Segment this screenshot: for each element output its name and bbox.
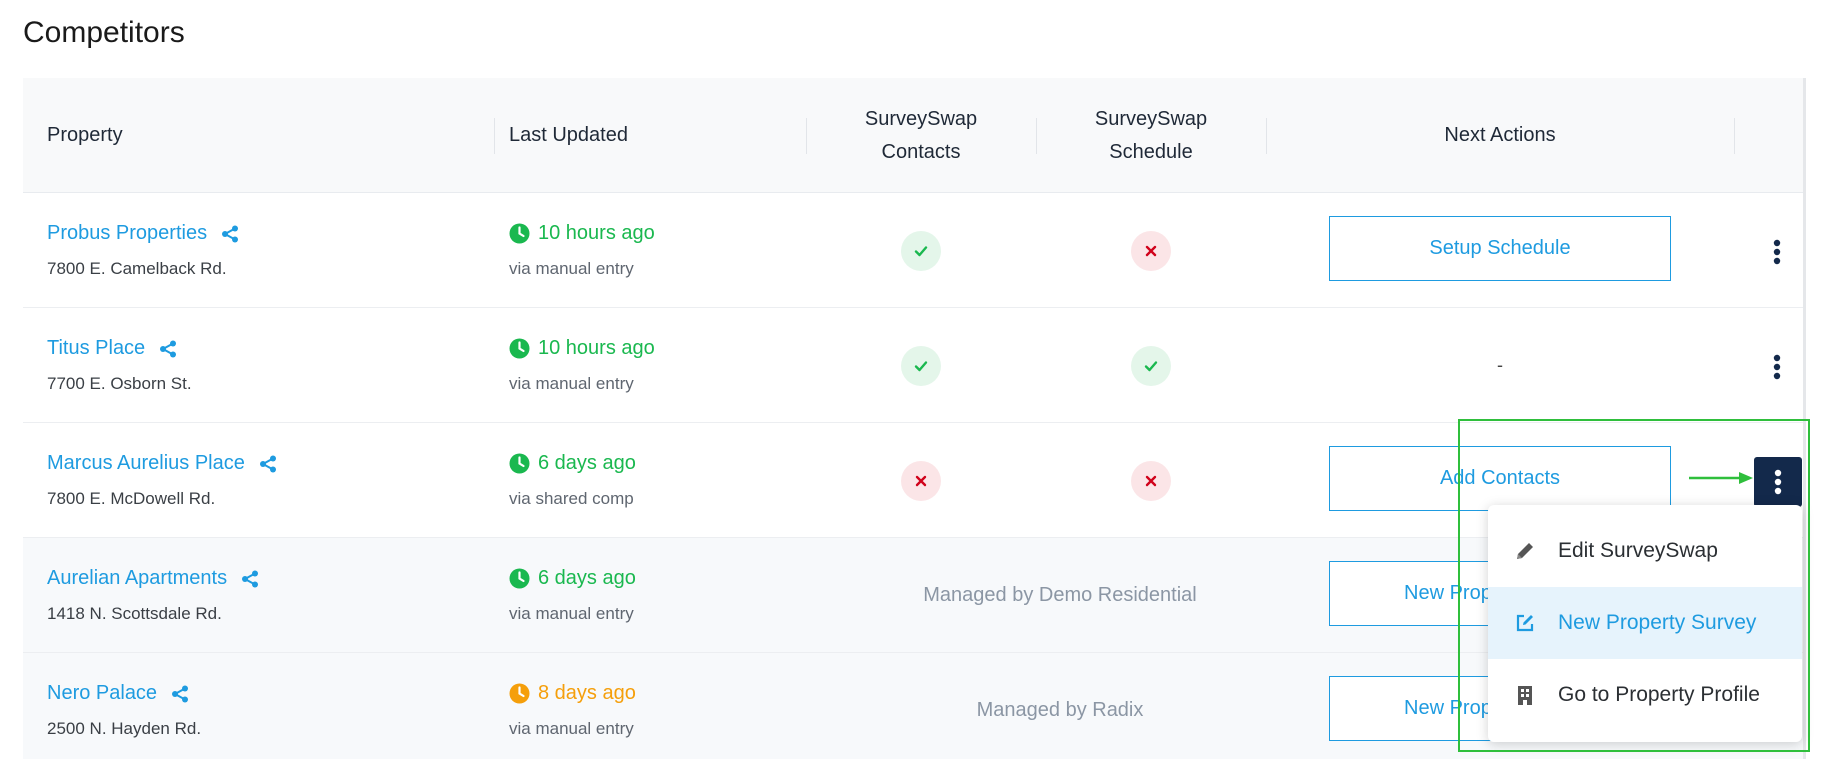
contacts-status-x bbox=[901, 461, 941, 501]
property-link[interactable]: Marcus Aurelius Place bbox=[47, 452, 277, 475]
schedule-status-x bbox=[1131, 461, 1171, 501]
last-updated-text: 6 days ago bbox=[538, 452, 636, 474]
share-icon[interactable] bbox=[171, 685, 189, 703]
header-schedule-line1: SurveySwap bbox=[1094, 107, 1208, 130]
more-vertical-icon bbox=[1774, 469, 1782, 495]
more-vertical-icon bbox=[1773, 354, 1781, 380]
header-next-actions[interactable]: Next Actions bbox=[1266, 78, 1734, 193]
menu-item-go-to-property-profile[interactable]: Go to Property Profile bbox=[1488, 659, 1802, 731]
schedule-status-check bbox=[1131, 346, 1171, 386]
header-contacts-line2: Contacts bbox=[881, 140, 961, 163]
share-icon[interactable] bbox=[159, 340, 177, 358]
header-divider bbox=[494, 118, 495, 154]
no-action: - bbox=[1497, 355, 1503, 375]
managed-by-label: Managed by Radix bbox=[976, 699, 1144, 721]
update-source: via manual entry bbox=[509, 604, 634, 623]
property-name[interactable]: Marcus Aurelius Place bbox=[47, 452, 245, 475]
last-updated-text: 6 days ago bbox=[538, 567, 636, 589]
clock-icon bbox=[509, 223, 530, 244]
last-updated-text: 8 days ago bbox=[538, 682, 636, 704]
header-surveyswap-contacts[interactable]: SurveySwap Contacts bbox=[806, 78, 1036, 193]
contacts-status-check bbox=[901, 346, 941, 386]
property-address: 1418 N. Scottsdale Rd. bbox=[47, 604, 222, 623]
last-updated: 6 days ago bbox=[509, 567, 636, 590]
last-updated: 10 hours ago bbox=[509, 337, 655, 360]
property-link[interactable]: Probus Properties bbox=[47, 222, 239, 245]
property-link[interactable]: Titus Place bbox=[47, 337, 177, 360]
clock-icon bbox=[509, 568, 530, 589]
table-header: Property Last Updated SurveySwap Contacts… bbox=[23, 78, 1805, 193]
row-menu-button[interactable] bbox=[1754, 344, 1800, 390]
last-updated: 10 hours ago bbox=[509, 222, 655, 245]
pencil-icon bbox=[1517, 543, 1533, 559]
property-address: 7800 E. Camelback Rd. bbox=[47, 259, 227, 278]
header-surveyswap-schedule[interactable]: SurveySwap Schedule bbox=[1036, 78, 1266, 193]
clock-icon bbox=[509, 683, 530, 704]
clock-icon bbox=[509, 453, 530, 474]
menu-item-label: Edit SurveySwap bbox=[1558, 539, 1718, 562]
menu-item-edit-surveyswap[interactable]: Edit SurveySwap bbox=[1488, 515, 1802, 587]
contacts-status-check bbox=[901, 231, 941, 271]
more-vertical-icon bbox=[1773, 239, 1781, 265]
menu-item-new-property-survey[interactable]: New Property Survey bbox=[1488, 587, 1802, 659]
property-name[interactable]: Titus Place bbox=[47, 337, 145, 360]
update-source: via manual entry bbox=[509, 259, 634, 278]
menu-item-label: Go to Property Profile bbox=[1558, 683, 1760, 706]
x-icon bbox=[1145, 245, 1157, 257]
update-source: via manual entry bbox=[509, 374, 634, 393]
property-name[interactable]: Probus Properties bbox=[47, 222, 207, 245]
last-updated: 6 days ago bbox=[509, 452, 636, 475]
check-icon bbox=[914, 361, 928, 372]
schedule-status-x bbox=[1131, 231, 1171, 271]
update-source: via shared comp bbox=[509, 489, 634, 508]
row-actions-dropdown: Edit SurveySwap New Property Survey Go t… bbox=[1488, 505, 1802, 742]
property-address: 7700 E. Osborn St. bbox=[47, 374, 192, 393]
check-icon bbox=[914, 246, 928, 257]
row-menu-button-active[interactable] bbox=[1754, 457, 1802, 507]
add-contacts-button[interactable]: Add Contacts bbox=[1329, 446, 1671, 511]
header-property[interactable]: Property bbox=[47, 78, 123, 193]
setup-schedule-button[interactable]: Setup Schedule bbox=[1329, 216, 1671, 281]
header-contacts-line1: SurveySwap bbox=[864, 107, 978, 130]
property-address: 7800 E. McDowell Rd. bbox=[47, 489, 216, 508]
share-icon[interactable] bbox=[241, 570, 259, 588]
scrollbar-track[interactable] bbox=[1803, 78, 1806, 759]
update-source: via manual entry bbox=[509, 719, 634, 738]
header-divider bbox=[1734, 118, 1735, 154]
x-icon bbox=[915, 475, 927, 487]
property-name[interactable]: Nero Palace bbox=[47, 682, 157, 705]
table-row: Probus Properties 7800 E. Camelback Rd. … bbox=[23, 193, 1805, 308]
last-updated: 8 days ago bbox=[509, 682, 636, 705]
last-updated-text: 10 hours ago bbox=[538, 222, 655, 244]
building-icon bbox=[1518, 686, 1532, 705]
header-schedule-line2: Schedule bbox=[1109, 140, 1193, 163]
property-address: 2500 N. Hayden Rd. bbox=[47, 719, 202, 738]
menu-item-label: New Property Survey bbox=[1558, 611, 1757, 634]
x-icon bbox=[1145, 475, 1157, 487]
managed-by-label: Managed by Demo Residential bbox=[923, 584, 1197, 606]
share-icon[interactable] bbox=[259, 455, 277, 473]
property-name[interactable]: Aurelian Apartments bbox=[47, 567, 227, 590]
property-link[interactable]: Nero Palace bbox=[47, 682, 189, 705]
clock-icon bbox=[509, 338, 530, 359]
last-updated-text: 10 hours ago bbox=[538, 337, 655, 359]
edit-square-icon bbox=[1516, 614, 1534, 632]
page-title: Competitors bbox=[23, 16, 185, 49]
share-icon[interactable] bbox=[221, 225, 239, 243]
check-icon bbox=[1144, 361, 1158, 372]
row-menu-button[interactable] bbox=[1754, 229, 1800, 275]
table-row: Titus Place 7700 E. Osborn St. 10 hours … bbox=[23, 308, 1805, 423]
property-link[interactable]: Aurelian Apartments bbox=[47, 567, 259, 590]
header-last-updated[interactable]: Last Updated bbox=[509, 78, 628, 193]
